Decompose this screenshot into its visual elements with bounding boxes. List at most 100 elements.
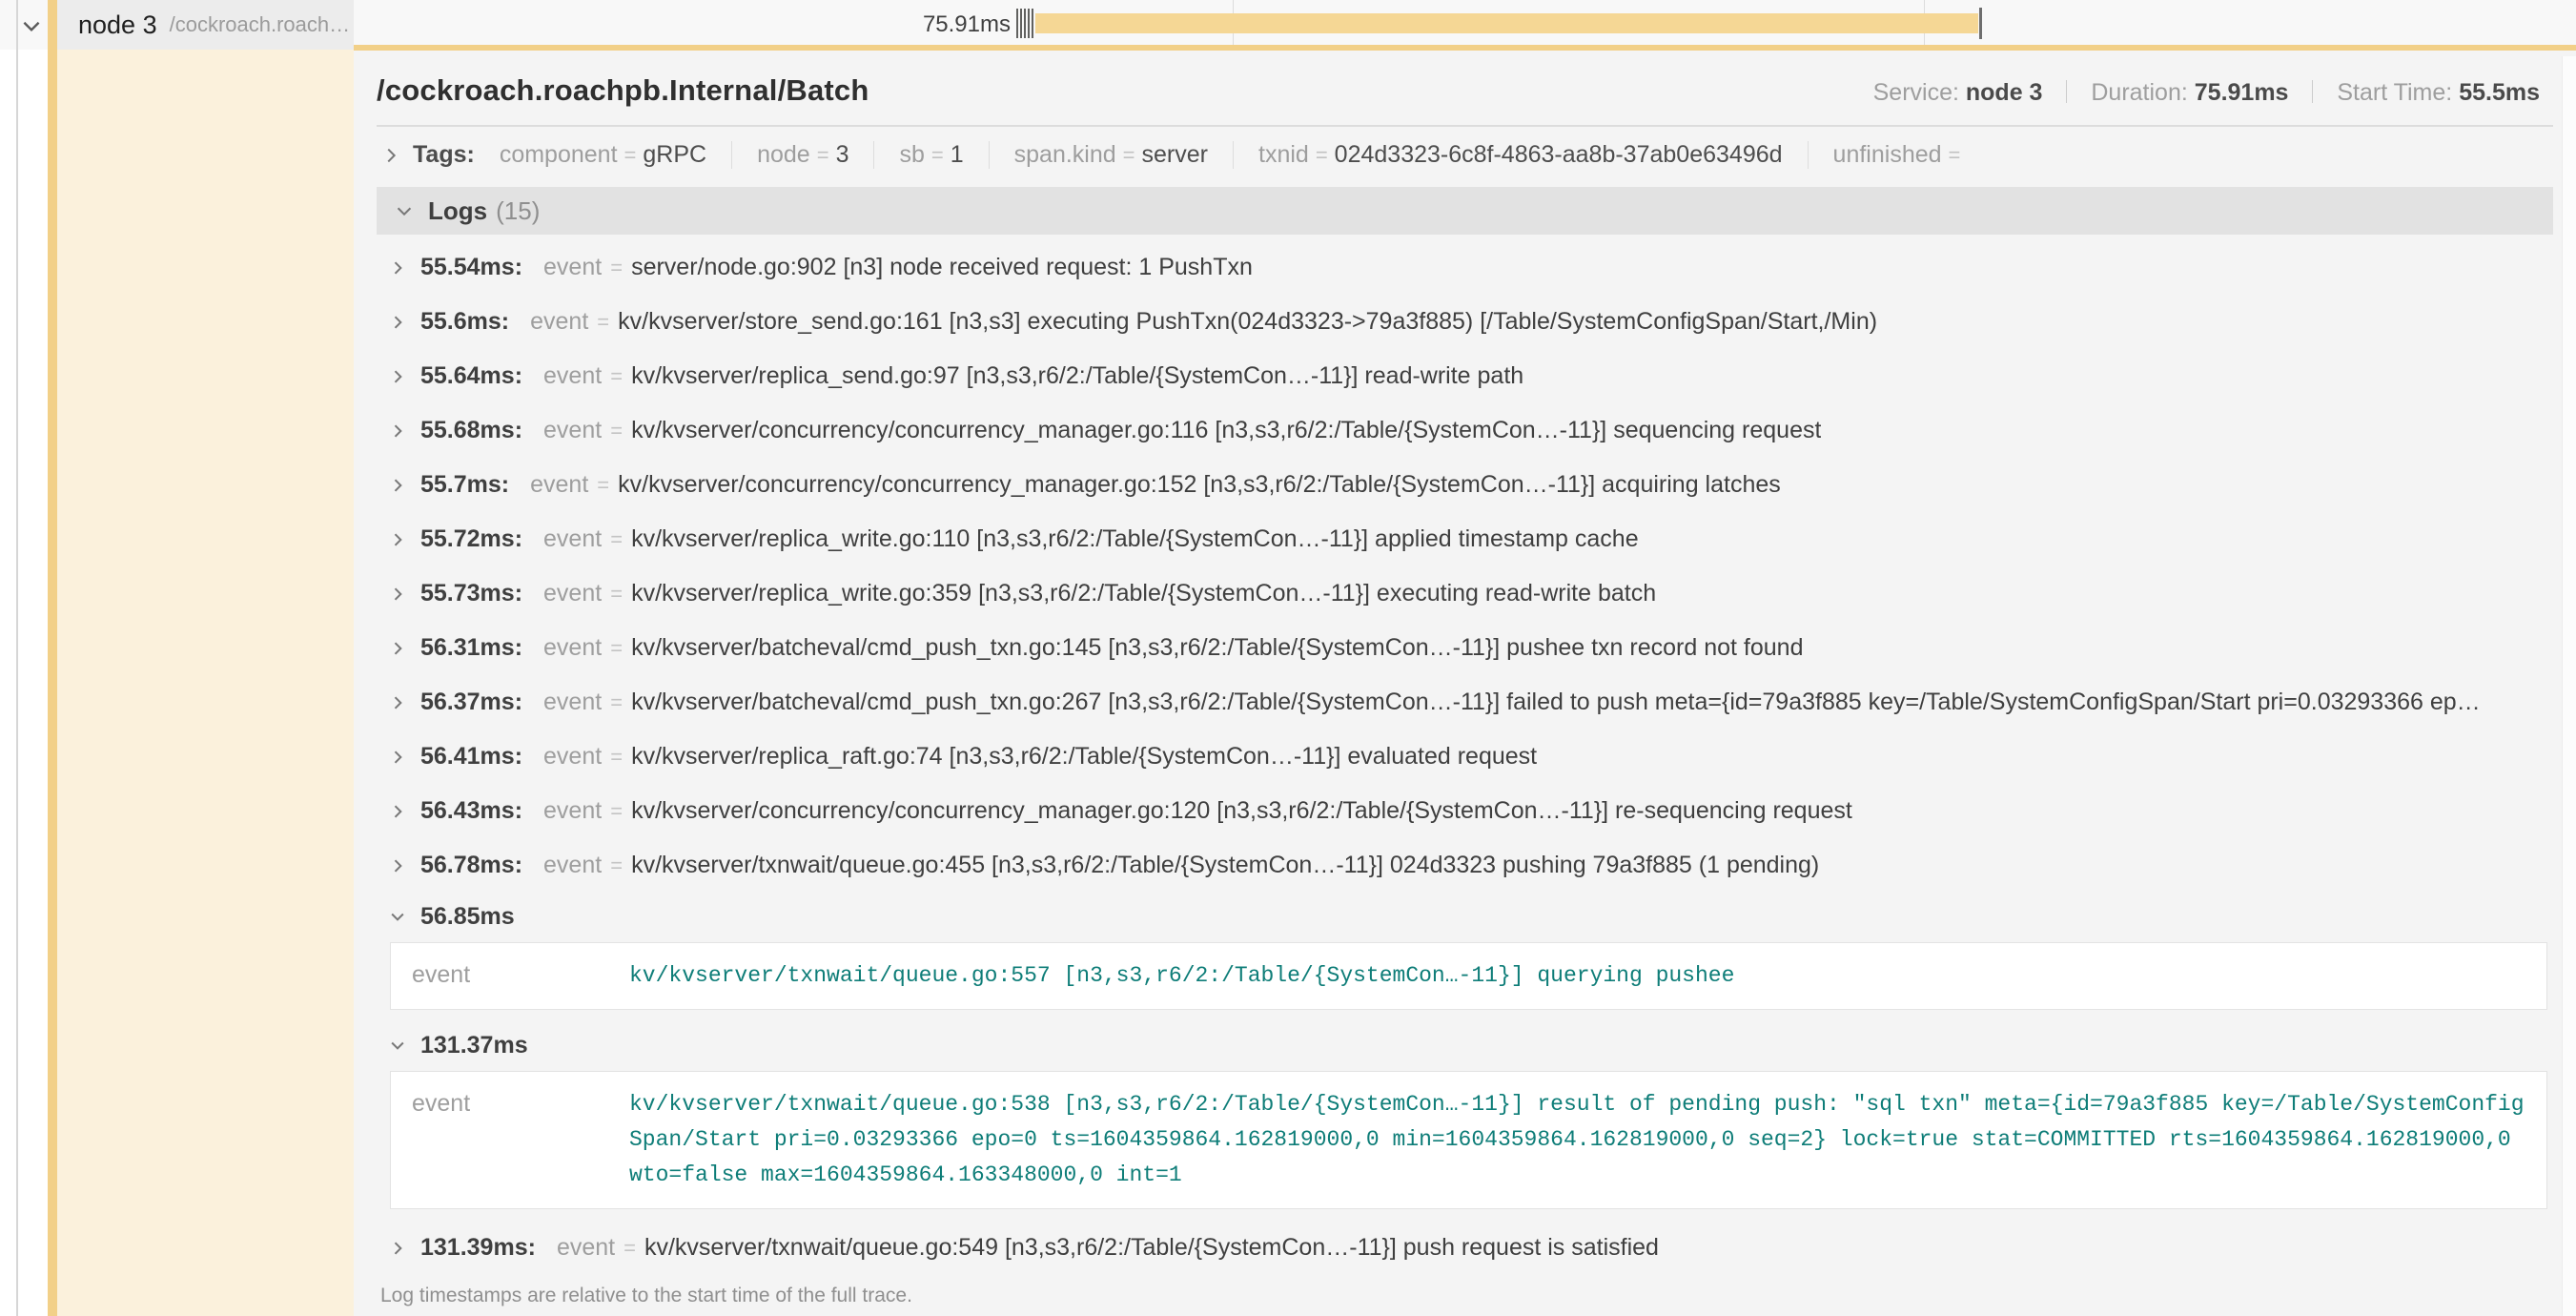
- equals-separator: =: [624, 143, 637, 167]
- chevron-right-icon[interactable]: [388, 1239, 407, 1258]
- chevron-right-icon[interactable]: [388, 639, 407, 658]
- log-message: kv/kvserver/concurrency/concurrency_mana…: [631, 417, 1821, 444]
- equals-separator: =: [610, 690, 623, 715]
- chevron-right-icon[interactable]: [388, 530, 407, 549]
- equals-separator: =: [610, 419, 623, 443]
- chevron-right-icon[interactable]: [388, 422, 407, 441]
- equals-separator: =: [610, 256, 623, 280]
- log-row[interactable]: 56.43ms: event = kv/kvserver/concurrency…: [388, 784, 2553, 838]
- log-row[interactable]: 55.68ms: event = kv/kvserver/concurrency…: [388, 403, 2553, 458]
- tag-item: sb=1: [899, 141, 989, 169]
- log-tick: [1024, 9, 1026, 38]
- divider: [2066, 80, 2067, 103]
- log-field-key: event: [543, 743, 602, 771]
- log-timestamp: 56.43ms:: [420, 797, 522, 825]
- equals-separator: =: [610, 853, 623, 878]
- log-message: kv/kvserver/concurrency/concurrency_mana…: [631, 797, 1852, 825]
- log-field-key: event: [543, 634, 602, 662]
- logs-header-label: Logs: [428, 196, 487, 226]
- log-row[interactable]: 56.85ms: [388, 893, 2553, 940]
- divider: [2312, 80, 2313, 103]
- log-field-key: event: [543, 525, 602, 553]
- chevron-down-icon[interactable]: [394, 200, 415, 221]
- span-color-rail: [48, 50, 354, 1316]
- start-time-label: Start Time:: [2337, 79, 2452, 106]
- equals-separator: =: [1123, 143, 1135, 167]
- equals-separator: =: [610, 799, 623, 824]
- equals-separator: =: [610, 582, 623, 607]
- log-field-value: kv/kvserver/txnwait/queue.go:557 [n3,s3,…: [604, 958, 2525, 994]
- tag-key: txnid: [1258, 141, 1309, 168]
- logs-footnote: Log timestamps are relative to the start…: [377, 1275, 2553, 1316]
- tag-value: gRPC: [643, 141, 706, 168]
- log-field-key: event: [543, 852, 602, 879]
- logs-section-toggle[interactable]: Logs (15): [377, 187, 2553, 235]
- log-row[interactable]: 55.6ms: event = kv/kvserver/store_send.g…: [388, 295, 2553, 349]
- chevron-right-icon[interactable]: [388, 313, 407, 332]
- log-message: kv/kvserver/txnwait/queue.go:455 [n3,s3,…: [631, 852, 1819, 879]
- tag-item: span.kind=server: [1014, 141, 1234, 169]
- chevron-right-icon[interactable]: [388, 693, 407, 712]
- span-name-tab[interactable]: node 3 /cockroach.roach…: [48, 0, 354, 50]
- tag-item: txnid=024d3323-6c8f-4863-aa8b-37ab0e6349…: [1258, 141, 1809, 169]
- tag-item: unfinished=: [1833, 141, 1993, 169]
- chevron-right-icon[interactable]: [388, 476, 407, 495]
- log-row[interactable]: 55.64ms: event = kv/kvserver/replica_sen…: [388, 349, 2553, 403]
- log-row[interactable]: 56.31ms: event = kv/kvserver/batcheval/c…: [388, 621, 2553, 675]
- equals-separator: =: [610, 364, 623, 389]
- log-timestamp: 55.73ms:: [420, 580, 522, 607]
- log-tick: [1016, 9, 1018, 38]
- log-field-key: event: [543, 254, 602, 281]
- chevron-right-icon[interactable]: [380, 145, 401, 166]
- log-message: kv/kvserver/concurrency/concurrency_mana…: [618, 471, 1781, 499]
- chevron-right-icon[interactable]: [388, 367, 407, 386]
- chevron-right-icon[interactable]: [388, 802, 407, 821]
- log-timestamp: 56.85ms: [420, 903, 515, 931]
- equals-separator: =: [610, 636, 623, 661]
- span-row: node 3 /cockroach.roach… 75.91ms: [0, 0, 2576, 50]
- log-row[interactable]: 131.37ms: [388, 1021, 2553, 1069]
- log-row[interactable]: 55.72ms: event = kv/kvserver/replica_wri…: [388, 512, 2553, 566]
- tree-indent-line: [16, 0, 18, 1316]
- chevron-down-icon[interactable]: [19, 13, 44, 38]
- chevron-right-icon[interactable]: [388, 258, 407, 278]
- log-field-key: event: [412, 958, 604, 994]
- log-timestamp: 56.37ms:: [420, 689, 522, 716]
- log-timestamp: 56.31ms:: [420, 634, 522, 662]
- log-row[interactable]: 55.73ms: event = kv/kvserver/replica_wri…: [388, 566, 2553, 621]
- log-field-key: event: [530, 308, 588, 336]
- log-message: kv/kvserver/txnwait/queue.go:549 [n3,s3,…: [644, 1234, 1659, 1262]
- trace-view: node 3 /cockroach.roach… 75.91ms /cockro…: [0, 0, 2576, 1316]
- chevron-down-icon[interactable]: [388, 907, 407, 926]
- span-overview: Service: node 3 Duration: 75.91ms Start …: [1873, 79, 2553, 107]
- log-timestamp: 55.72ms:: [420, 525, 522, 553]
- tag-value: 1: [951, 141, 964, 168]
- log-tick: [1032, 9, 1033, 38]
- log-row[interactable]: 55.7ms: event = kv/kvserver/concurrency/…: [388, 458, 2553, 512]
- tags-section-toggle[interactable]: Tags: component=gRPC node=3 sb=1 span.ki…: [377, 127, 2553, 181]
- chevron-right-icon[interactable]: [388, 856, 407, 875]
- log-field-key: event: [412, 1087, 604, 1193]
- span-duration-bar[interactable]: [1035, 13, 1978, 33]
- log-message: kv/kvserver/batcheval/cmd_push_txn.go:26…: [631, 689, 2481, 716]
- log-row[interactable]: 131.39ms: event = kv/kvserver/txnwait/qu…: [388, 1221, 2553, 1275]
- log-field-key: event: [543, 689, 602, 716]
- log-message: kv/kvserver/replica_raft.go:74 [n3,s3,r6…: [631, 743, 1537, 771]
- log-row[interactable]: 56.78ms: event = kv/kvserver/txnwait/que…: [388, 838, 2553, 893]
- log-timestamp: 56.78ms:: [420, 852, 522, 879]
- tag-key: node: [757, 141, 810, 168]
- log-row[interactable]: 56.41ms: event = kv/kvserver/replica_raf…: [388, 730, 2553, 784]
- log-row[interactable]: 56.37ms: event = kv/kvserver/batcheval/c…: [388, 675, 2553, 730]
- chevron-right-icon[interactable]: [388, 585, 407, 604]
- log-timestamp: 55.68ms:: [420, 417, 522, 444]
- log-field-key: event: [530, 471, 588, 499]
- scrollbar-track[interactable]: [2562, 56, 2576, 1316]
- log-detail-box: event kv/kvserver/txnwait/queue.go:557 […: [390, 942, 2547, 1010]
- span-service-name: node 3: [78, 10, 157, 40]
- tag-key: span.kind: [1014, 141, 1116, 168]
- chevron-right-icon[interactable]: [388, 748, 407, 767]
- chevron-down-icon[interactable]: [388, 1036, 407, 1055]
- log-detail-box: event kv/kvserver/txnwait/queue.go:538 […: [390, 1071, 2547, 1209]
- tag-item: node=3: [757, 141, 874, 169]
- log-row[interactable]: 55.54ms: event = server/node.go:902 [n3]…: [388, 240, 2553, 295]
